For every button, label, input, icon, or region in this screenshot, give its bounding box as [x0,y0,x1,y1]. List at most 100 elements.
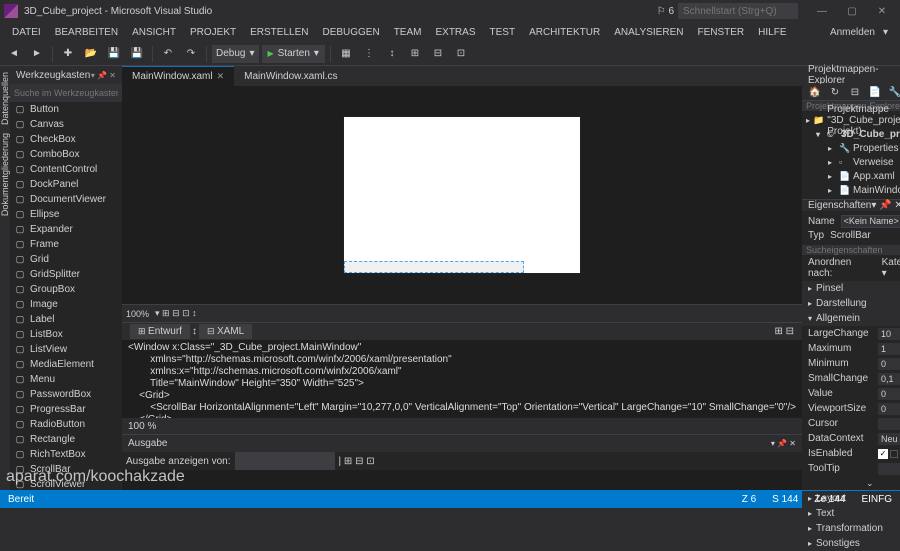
side-tab-dokumentgliederung[interactable]: Dokumentgliederung [0,129,10,220]
toolbox-item[interactable]: ▢ProgressBar [10,402,122,417]
nav-back-icon[interactable]: ◄ [4,44,24,64]
open-icon[interactable]: 📂 [81,44,101,64]
menu-extras[interactable]: EXTRAS [429,25,481,40]
signin-link[interactable]: Anmelden ▾ [818,23,894,42]
menu-datei[interactable]: DATEI [6,25,47,40]
toolbox-search-input[interactable] [14,88,118,98]
property-value[interactable]: Neu [878,433,900,445]
scrollbar-element[interactable] [344,261,524,273]
checkbox[interactable]: ✓ [878,449,888,459]
property-value[interactable]: 0 [878,388,900,400]
tree-properties[interactable]: ▸🔧Properties [806,141,900,155]
new-project-icon[interactable]: ✚ [58,44,78,64]
maximize-button[interactable]: ▢ [838,2,866,20]
property-value[interactable]: 0 [878,403,900,415]
minimize-button[interactable]: — [808,2,836,20]
tree-appxaml[interactable]: ▸📄App.xaml [806,169,900,183]
toolbox-item[interactable]: ▢Ellipse [10,207,122,222]
design-canvas[interactable] [343,116,581,274]
refresh-icon[interactable]: ↻ [826,84,844,100]
solution-tree[interactable]: ▸📁Projektmappe "3D_Cube_project" (1 Proj… [802,111,900,199]
toolbox-pin-icon[interactable]: ▾ 📌 ✕ [91,71,116,80]
menu-projekt[interactable]: PROJEKT [184,25,242,40]
property-value[interactable]: 0 [878,358,900,370]
split-icons[interactable]: ⊞ ⊟ [774,326,794,337]
section-allgemein[interactable]: ▾Allgemein [802,311,900,326]
section-text[interactable]: ▸Text [802,506,900,521]
project-node[interactable]: ▾©3D_Cube_project [806,127,900,141]
collapse-icon[interactable]: ⊟ [846,84,864,100]
menu-analysieren[interactable]: ANALYSIEREN [608,25,689,40]
toolbox-item[interactable]: ▢Expander [10,222,122,237]
tb-icon-2[interactable]: ⋮ [359,44,379,64]
toolbox-item[interactable]: ▢CheckBox [10,132,122,147]
toolbox-item[interactable]: ▢ListBox [10,327,122,342]
output-source-dropdown[interactable] [235,452,335,470]
toolbox-list[interactable]: ▢Button▢Canvas▢CheckBox▢ComboBox▢Content… [10,102,122,490]
tree-mainwindow[interactable]: ▸📄MainWindow.xaml [806,183,900,197]
toolbox-item[interactable]: ▢PasswordBox [10,387,122,402]
toolbox-item[interactable]: ▢Frame [10,237,122,252]
property-value[interactable]: 0,1 [878,373,900,385]
notification-flag-icon[interactable]: ⚐ 6 [657,6,674,17]
section-sonstiges[interactable]: ▸Sonstiges [802,536,900,551]
menu-hilfe[interactable]: HILFE [752,25,792,40]
home-icon[interactable]: 🏠 [806,84,824,100]
toolbox-item[interactable]: ▢DockPanel [10,177,122,192]
output-body[interactable] [122,470,802,490]
menu-architektur[interactable]: ARCHITEKTUR [523,25,606,40]
tb-icon-6[interactable]: ⊡ [451,44,471,64]
toolbox-item[interactable]: ▢GroupBox [10,282,122,297]
menu-debuggen[interactable]: DEBUGGEN [316,25,385,40]
toolbox-item[interactable]: ▢RichTextBox [10,447,122,462]
tb-icon-5[interactable]: ⊟ [428,44,448,64]
tb-icon-1[interactable]: ▦ [336,44,356,64]
menu-team[interactable]: TEAM [388,25,428,40]
toolbox-item[interactable]: ▢Grid [10,252,122,267]
save-all-icon[interactable]: 💾 [127,44,147,64]
toolbox-item[interactable]: ▢RadioButton [10,417,122,432]
toolbox-item[interactable]: ▢Rectangle [10,432,122,447]
redo-icon[interactable]: ↷ [181,44,201,64]
prop-name-input[interactable] [841,215,900,228]
toolbox-item[interactable]: ▢ListView [10,342,122,357]
output-icons[interactable]: | ⊞ ⊟ ⊡ [339,456,375,467]
zoom-level[interactable]: 100% [126,309,149,319]
expand-icon[interactable]: ⌄ [802,476,900,491]
section-transformation[interactable]: ▸Transformation [802,521,900,536]
start-button[interactable]: ▶Starten ▾ [262,45,325,63]
properties-search-input[interactable] [806,245,900,255]
toolbox-item[interactable]: ▢MediaElement [10,357,122,372]
tree-references[interactable]: ▸▫Verweise [806,155,900,169]
menu-test[interactable]: TEST [484,25,522,40]
output-pin-icon[interactable]: ▾ 📌 ✕ [771,439,796,448]
showall-icon[interactable]: 📄 [866,84,884,100]
quick-launch-input[interactable] [678,3,798,19]
property-value[interactable] [878,463,900,475]
property-value[interactable]: 10 [878,328,900,340]
toolbox-item[interactable]: ▢ContentControl [10,162,122,177]
props-icon[interactable]: 🔧 [886,84,900,100]
toolbox-item[interactable]: ▢DocumentViewer [10,192,122,207]
menu-ansicht[interactable]: ANSICHT [126,25,182,40]
toolbox-item[interactable]: ▢Menu [10,372,122,387]
nav-fwd-icon[interactable]: ► [27,44,47,64]
config-dropdown[interactable]: Debug ▾ [212,45,259,63]
toolbox-item[interactable]: ▢Label [10,312,122,327]
menu-erstellen[interactable]: ERSTELLEN [244,25,314,40]
xaml-tab[interactable]: ⊟ XAML [199,324,252,339]
tb-icon-3[interactable]: ↕ [382,44,402,64]
toolbox-item[interactable]: ▢ComboBox [10,147,122,162]
xaml-editor[interactable]: <Window x:Class="_3D_Cube_project.MainWi… [122,340,802,418]
property-value[interactable]: 1 [878,343,900,355]
xaml-designer[interactable] [122,86,802,304]
undo-icon[interactable]: ↶ [158,44,178,64]
close-button[interactable]: ✕ [868,2,896,20]
solution-node[interactable]: ▸📁Projektmappe "3D_Cube_project" (1 Proj… [806,113,900,127]
tab-mainwindow-xaml[interactable]: MainWindow.xaml✕ [122,66,234,86]
menu-bearbeiten[interactable]: BEARBEITEN [49,25,124,40]
section-darstellung[interactable]: ▸Darstellung [802,296,900,311]
section-pinsel[interactable]: ▸Pinsel [802,281,900,296]
sort-dropdown[interactable]: Kategorie ▾ [882,257,900,279]
toolbox-item[interactable]: ▢Canvas [10,117,122,132]
